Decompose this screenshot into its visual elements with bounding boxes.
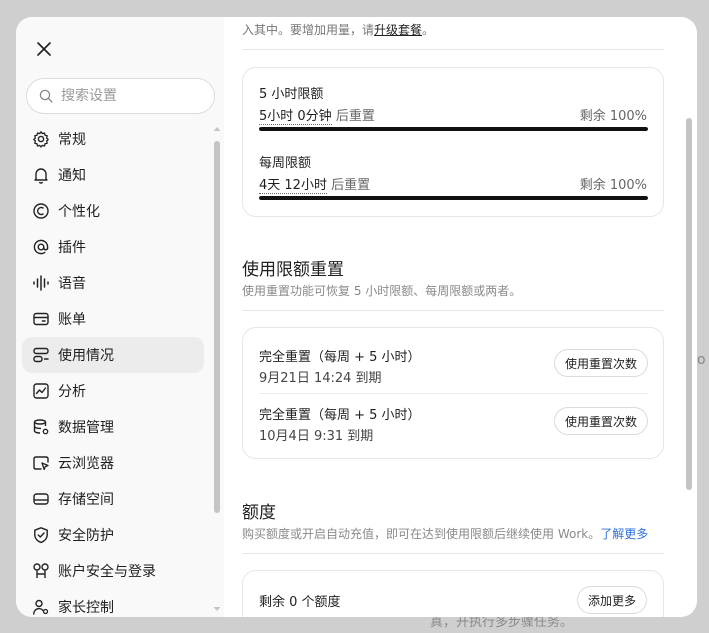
sidebar-item-label: 安全防护	[58, 528, 114, 544]
chart-icon	[32, 382, 50, 400]
sidebar-item-label: 数据管理	[58, 420, 114, 436]
progress-fill	[259, 127, 648, 131]
five-hour-reset-time: 5小时 0分钟	[259, 109, 332, 125]
reset-row: 完全重置（每周 + 5 小时） 10月4日 9:31 到期 使用重置次数	[259, 404, 648, 450]
usage-content: 入其中。要增加用量，请升级套餐。 5 小时限额 5小时 0分钟 后重置 剩余 1…	[224, 17, 697, 617]
close-button[interactable]	[32, 37, 56, 61]
credits-desc-text: 购买额度或开启自动充值，即可在达到使用限额后继续使用 Work。	[242, 527, 601, 541]
sidebar-item-storage[interactable]: 存储空间	[22, 481, 204, 517]
parental-icon	[32, 598, 50, 616]
reset-row-expiry: 9月21日 14:24 到期	[259, 371, 382, 386]
sidebar-item-billing[interactable]: 账单	[22, 301, 204, 337]
usage-icon	[32, 346, 50, 364]
weekly-remaining: 剩余 100%	[579, 178, 647, 193]
progress-fill	[259, 196, 648, 200]
cloud-browser-icon	[32, 454, 50, 472]
storage-icon	[32, 490, 50, 508]
sidebar-item-label: 个性化	[58, 204, 100, 220]
main-scrollbar-thumb[interactable]	[686, 118, 692, 490]
five-hour-limit-title: 5 小时限额	[259, 87, 324, 102]
upgrade-note: 入其中。要增加用量，请升级套餐。	[242, 21, 434, 38]
personalize-icon	[32, 202, 50, 220]
use-reset-button[interactable]: 使用重置次数	[553, 407, 648, 435]
key-icon	[32, 562, 50, 580]
upgrade-plan-link[interactable]: 升级套餐	[374, 23, 422, 37]
sidebar-item-label: 家长控制	[58, 600, 114, 616]
upgrade-note-text: 入其中。要增加用量，请	[242, 23, 375, 37]
close-icon	[37, 42, 51, 56]
credits-remaining: 剩余 0 个额度	[259, 595, 341, 610]
backdrop-edge-text: o	[697, 352, 706, 368]
scroll-up-arrow-icon[interactable]	[213, 125, 221, 133]
credits-section-desc: 购买额度或开启自动充值，即可在达到使用限额后继续使用 Work。了解更多	[242, 525, 648, 542]
sidebar-item-label: 账单	[58, 312, 86, 328]
upgrade-note-suffix: 。	[422, 23, 435, 37]
settings-nav: 常规 通知 个性化 插件 语音 账单 使用情况 分析 数据管理 云浏览器 存储空…	[22, 121, 204, 617]
five-hour-progress-bar	[259, 127, 648, 131]
sidebar-item-label: 插件	[58, 240, 86, 256]
sidebar-item-label: 存储空间	[58, 492, 114, 508]
limits-card: 5 小时限额 5小时 0分钟 后重置 剩余 100% 每周限额 4天 12小时 …	[242, 67, 664, 217]
learn-more-link[interactable]: 了解更多	[600, 527, 648, 541]
settings-modal: 常规 通知 个性化 插件	[16, 17, 697, 617]
reset-row: 完全重置（每周 + 5 小时） 9月21日 14:24 到期 使用重置次数	[259, 346, 648, 392]
sidebar-item-label: 账户安全与登录	[58, 564, 156, 580]
sidebar-item-label: 常规	[58, 132, 86, 148]
weekly-reset-time: 4天 12小时	[259, 178, 327, 194]
wallet-icon	[32, 310, 50, 328]
sidebar-item-analytics[interactable]: 分析	[22, 373, 204, 409]
sidebar-item-plugins[interactable]: 插件	[22, 229, 204, 265]
sidebar-item-label: 分析	[58, 384, 86, 400]
reset-section-desc: 使用重置功能可恢复 5 小时限额、每周限额或两者。	[242, 284, 522, 298]
database-gear-icon	[32, 418, 50, 436]
settings-sidebar: 常规 通知 个性化 插件	[16, 17, 224, 617]
bell-icon	[32, 166, 50, 184]
divider	[242, 310, 664, 311]
sidebar-item-notifications[interactable]: 通知	[22, 157, 204, 193]
credits-section-title: 额度	[242, 503, 276, 523]
search-input[interactable]	[61, 88, 201, 104]
row-divider	[259, 393, 648, 394]
at-icon	[32, 238, 50, 256]
weekly-progress-bar	[259, 196, 648, 200]
sidebar-item-usage[interactable]: 使用情况	[22, 337, 204, 373]
sidebar-scrollbar-thumb[interactable]	[214, 141, 220, 513]
add-more-button[interactable]: 添加更多	[576, 586, 647, 614]
shield-icon	[32, 526, 50, 544]
reset-row-expiry: 10月4日 9:31 到期	[259, 429, 374, 444]
five-hour-remaining: 剩余 100%	[579, 109, 647, 124]
weekly-limit-reset: 4天 12小时 后重置	[259, 174, 371, 194]
gear-icon	[32, 130, 50, 148]
search-box[interactable]	[26, 78, 215, 114]
sidebar-item-label: 使用情况	[58, 348, 114, 364]
sidebar-item-general[interactable]: 常规	[22, 121, 204, 157]
reset-row-title: 完全重置（每周 + 5 小时）	[259, 350, 421, 365]
reset-card: 完全重置（每周 + 5 小时） 9月21日 14:24 到期 使用重置次数 完全…	[242, 327, 664, 459]
sidebar-item-label: 语音	[58, 276, 86, 292]
reset-section-title: 使用限额重置	[242, 260, 344, 280]
reset-suffix: 后重置	[335, 109, 375, 124]
sidebar-item-data-management[interactable]: 数据管理	[22, 409, 204, 445]
divider	[242, 49, 664, 50]
sidebar-item-cloud-browser[interactable]: 云浏览器	[22, 445, 204, 481]
use-reset-button[interactable]: 使用重置次数	[553, 349, 648, 377]
sidebar-item-security[interactable]: 安全防护	[22, 517, 204, 553]
sidebar-item-label: 通知	[58, 168, 86, 184]
five-hour-limit-reset: 5小时 0分钟 后重置	[259, 105, 375, 125]
reset-suffix: 后重置	[331, 178, 371, 193]
sidebar-item-label: 云浏览器	[58, 456, 114, 472]
search-icon	[39, 89, 53, 103]
sidebar-item-personalization[interactable]: 个性化	[22, 193, 204, 229]
waveform-icon	[32, 274, 50, 292]
sidebar-item-voice[interactable]: 语音	[22, 265, 204, 301]
sidebar-item-account-security[interactable]: 账户安全与登录	[22, 553, 204, 589]
reset-row-title: 完全重置（每周 + 5 小时）	[259, 408, 421, 423]
sidebar-item-parental-control[interactable]: 家长控制	[22, 589, 204, 617]
weekly-limit-title: 每周限额	[259, 156, 312, 171]
divider	[242, 553, 664, 554]
credits-card: 剩余 0 个额度 添加更多	[242, 570, 664, 617]
scroll-down-arrow-icon[interactable]	[213, 605, 221, 613]
